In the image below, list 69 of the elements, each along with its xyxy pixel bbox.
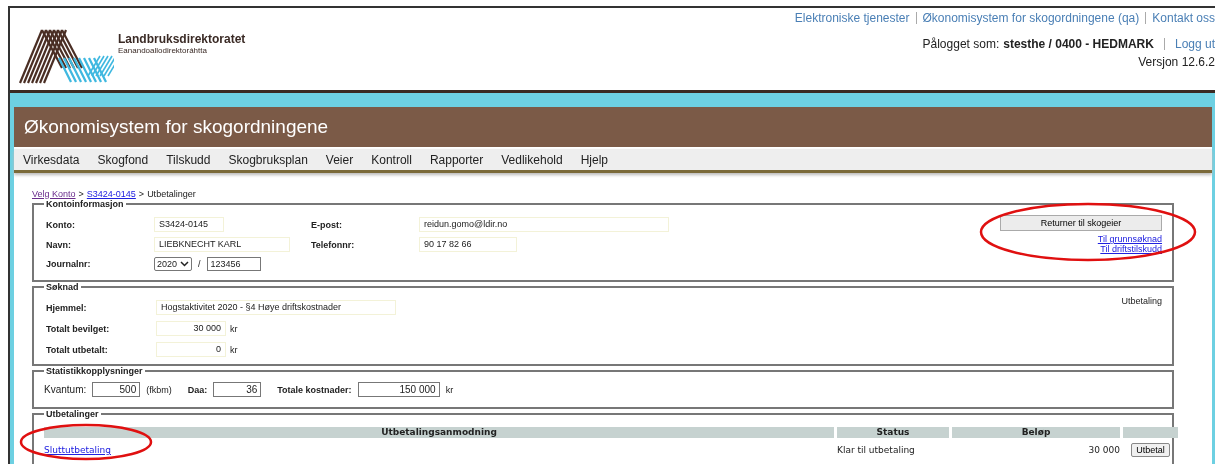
read-only-field: LIEBKNECHT KARL bbox=[154, 237, 290, 252]
table-cell-text: 30 000 bbox=[1087, 444, 1120, 457]
logout-link[interactable]: Logg ut bbox=[1174, 37, 1215, 51]
breadcrumb-link[interactable]: Velg Konto bbox=[32, 188, 76, 199]
menu-item[interactable]: Tilskudd bbox=[157, 152, 220, 167]
header-link[interactable]: Økonomisystem for skogordningene (qa) bbox=[922, 11, 1140, 25]
journal-number-field[interactable]: 123456 bbox=[206, 257, 261, 271]
payment-request-link[interactable]: Sluttutbetaling bbox=[44, 445, 111, 455]
field-label: E-post: bbox=[310, 219, 343, 230]
menu-item[interactable]: Kontroll bbox=[362, 152, 421, 167]
menu-item[interactable]: Virkesdata bbox=[14, 152, 89, 167]
org-name: Landbruksdirektoratet bbox=[118, 32, 246, 46]
number-field[interactable]: 500 bbox=[92, 382, 141, 397]
panel-legend: Kontoinformasjon bbox=[44, 199, 126, 209]
field-label: Telefonnr: bbox=[310, 239, 356, 250]
number-field[interactable]: 150 000 bbox=[357, 382, 440, 397]
field-label: Hjemmel: bbox=[45, 302, 88, 313]
field-label: Daa: bbox=[187, 384, 208, 395]
version-text: Versjon 12.6.2 bbox=[1138, 55, 1215, 69]
panel-legend: Statistikkopplysninger bbox=[44, 366, 145, 376]
return-button[interactable]: Returner til skogeier bbox=[1000, 215, 1162, 231]
breadcrumb-separator: > bbox=[78, 188, 84, 199]
pay-button[interactable]: Utbetal bbox=[1131, 443, 1170, 457]
unit-text: kr bbox=[230, 323, 238, 334]
unit-text: kr bbox=[445, 384, 454, 395]
read-only-field: 90 17 82 66 bbox=[419, 237, 517, 252]
menu-item[interactable]: Hjelp bbox=[571, 152, 617, 167]
header-link[interactable]: Elektroniske tjenester bbox=[794, 11, 910, 25]
column-header: Beløp bbox=[952, 427, 1120, 438]
navigation-link[interactable]: Til driftstilskudd bbox=[1100, 244, 1162, 254]
menu-item[interactable]: Veier bbox=[316, 152, 363, 167]
read-only-field: reidun.gomo@ldir.no bbox=[419, 217, 669, 232]
panel-legend: Søknad bbox=[44, 282, 81, 292]
field-label: Totale kostnader: bbox=[277, 384, 352, 395]
field-label: Totalt utbetalt: bbox=[45, 344, 109, 355]
column-header: Status bbox=[837, 427, 949, 438]
menu-item[interactable]: Skogbruksplan bbox=[219, 152, 317, 167]
login-user: stesthe / 0400 - HEDMARK bbox=[1003, 37, 1154, 51]
number-field[interactable]: 36 bbox=[213, 382, 262, 397]
column-header bbox=[1123, 427, 1178, 438]
field-label: Totalt bevilget: bbox=[45, 323, 111, 334]
navigation-link[interactable]: Til grunnsøknad bbox=[1097, 234, 1162, 244]
menu-item[interactable]: Vedlikehold bbox=[492, 152, 572, 167]
read-only-field: S3424-0145 bbox=[154, 217, 224, 232]
login-label: Pålogget som: bbox=[922, 37, 1000, 51]
caret-icon bbox=[180, 261, 190, 267]
org-subtitle: Eanandoallodirektoráhtta bbox=[118, 46, 208, 55]
status-text: Utbetaling bbox=[1121, 296, 1162, 308]
breadcrumb-separator: > bbox=[138, 188, 145, 199]
year-select[interactable]: 2020 bbox=[154, 257, 193, 271]
separator-text: / bbox=[198, 259, 201, 269]
header-link[interactable]: Kontakt oss bbox=[1152, 11, 1215, 25]
table-cell-text: Klar til utbetaling bbox=[837, 444, 916, 457]
field-label: Journalnr: bbox=[45, 259, 92, 269]
read-only-field: 30 000 bbox=[156, 321, 226, 336]
unit-text: kr bbox=[230, 344, 238, 355]
app-title: Økonomisystem for skogordningene bbox=[24, 116, 329, 138]
breadcrumb-link[interactable]: S3424-0145 bbox=[86, 188, 136, 199]
read-only-field: 0 bbox=[156, 342, 226, 357]
unit-text: (fkbm) bbox=[146, 384, 172, 395]
menu-item[interactable]: Skogfond bbox=[88, 152, 158, 167]
panel-legend: Utbetalinger bbox=[44, 409, 101, 419]
read-only-field: Hogstaktivitet 2020 - §4 Høye driftskostnader bbox=[156, 300, 396, 315]
breadcrumb-current: Utbetalinger bbox=[147, 188, 196, 199]
menu-item[interactable]: Rapporter bbox=[420, 152, 493, 167]
field-label: Konto: bbox=[45, 219, 76, 230]
field-label: Navn: bbox=[45, 239, 72, 250]
column-header: Utbetalingsanmodning bbox=[44, 427, 834, 438]
field-label: Kvantum: bbox=[44, 384, 87, 395]
